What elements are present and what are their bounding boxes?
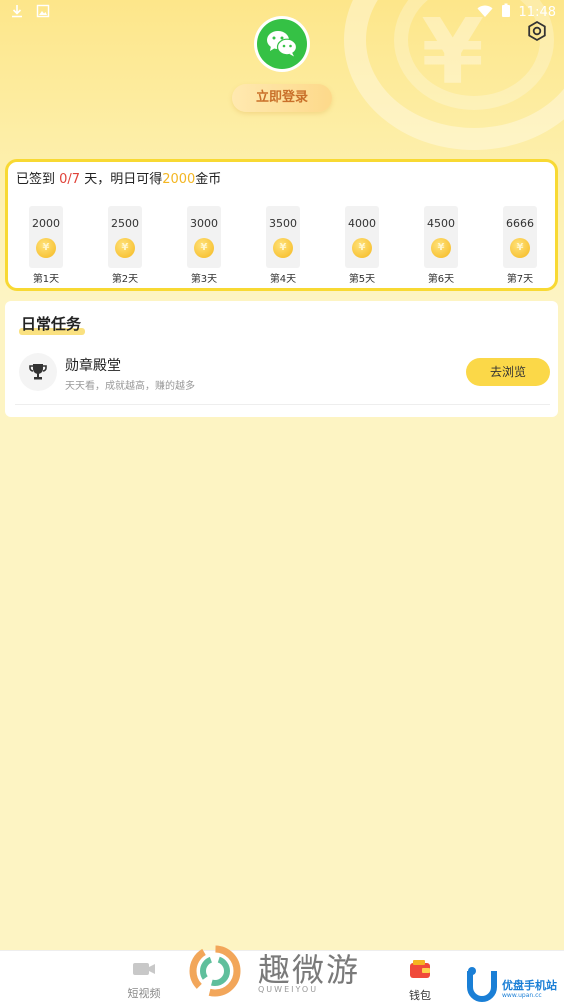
nav-item-short-video[interactable]: 短视频	[114, 959, 174, 1001]
day-amount: 4500	[427, 217, 455, 230]
site-watermark: 优盘手机站 www.upan.cc	[462, 963, 564, 1002]
signin-day-5[interactable]: 4000 ¥ 第5天	[340, 206, 384, 285]
task-description: 天天看，成就越高，赚的越多	[65, 381, 195, 392]
site-logo-icon	[464, 965, 500, 1002]
wifi-icon	[477, 4, 493, 22]
day-label: 第1天	[32, 274, 60, 285]
day-label: 第2天	[111, 274, 139, 285]
coin-icon: ¥	[194, 238, 214, 258]
day-amount: 6666	[506, 217, 534, 230]
settings-icon[interactable]	[526, 20, 548, 42]
task-item: 勋章殿堂 天天看，成就越高，赚的越多 去浏览	[15, 349, 550, 405]
video-camera-icon	[114, 959, 174, 983]
battery-icon	[501, 3, 511, 22]
signin-days: 2000 ¥ 第1天 2500 ¥ 第2天 3000 ¥ 第3天 3500 ¥ 第4天 …	[8, 206, 555, 286]
task-name: 勋章殿堂	[65, 358, 121, 374]
wallet-icon	[390, 959, 450, 985]
bottom-nav: 短视频 趣微游 QUWEIYOU 钱包 优盘手机站 www.upan.cc	[0, 945, 564, 1002]
site-name: 优盘手机站	[502, 979, 557, 992]
day-amount: 2000	[32, 217, 60, 230]
tomorrow-reward: 2000	[162, 172, 196, 187]
image-icon	[36, 4, 50, 18]
coin-icon: ¥	[115, 238, 135, 258]
day-amount: 3000	[190, 217, 218, 230]
wechat-icon	[257, 19, 307, 69]
brand-watermark: 趣微游 QUWEIYOU	[186, 945, 386, 1001]
coin-icon: ¥	[510, 238, 530, 258]
brand-sub: QUWEIYOU	[258, 985, 319, 994]
signed-count: 0/7	[59, 172, 81, 187]
signin-day-6[interactable]: 4500 ¥ 第6天	[419, 206, 463, 285]
tasks-title: 日常任务	[21, 315, 82, 333]
status-time: 11:48	[518, 5, 556, 20]
browse-button[interactable]: 去浏览	[466, 358, 550, 386]
signin-day-1[interactable]: 2000 ¥ 第1天	[24, 206, 68, 285]
signin-day-2[interactable]: 2500 ¥ 第2天	[103, 206, 147, 285]
daily-tasks-card: 日常任务 勋章殿堂 天天看，成就越高，赚的越多 去浏览	[5, 301, 558, 417]
signin-day-3[interactable]: 3000 ¥ 第3天	[182, 206, 226, 285]
site-url: www.upan.cc	[502, 992, 542, 999]
signin-day-4[interactable]: 3500 ¥ 第4天	[261, 206, 305, 285]
brand-logo-icon	[186, 945, 244, 1001]
day-label: 第4天	[269, 274, 297, 285]
signin-status: 已签到 0/7 天，明日可得2000金币	[16, 168, 221, 187]
trophy-icon	[19, 353, 57, 391]
download-icon	[10, 4, 24, 18]
day-amount: 4000	[348, 217, 376, 230]
day-label: 第7天	[506, 274, 534, 285]
coin-icon: ¥	[431, 238, 451, 258]
nav-item-wallet[interactable]: 钱包	[390, 959, 450, 1002]
nav-label: 钱包	[409, 989, 431, 1002]
day-label: 第5天	[348, 274, 376, 285]
signin-title-suffix: 金币	[195, 172, 222, 187]
day-label: 第6天	[427, 274, 455, 285]
login-button[interactable]: 立即登录	[232, 84, 332, 112]
day-amount: 3500	[269, 217, 297, 230]
signin-title-mid: 天，明日可得	[80, 172, 163, 187]
coin-icon: ¥	[36, 238, 56, 258]
nav-label: 短视频	[127, 987, 161, 1000]
signin-card: 已签到 0/7 天，明日可得2000金币 2000 ¥ 第1天 2500 ¥ 第2天…	[5, 159, 558, 291]
day-amount: 2500	[111, 217, 139, 230]
day-label: 第3天	[190, 274, 218, 285]
signin-title-prefix: 已签到	[16, 172, 60, 187]
coin-icon: ¥	[273, 238, 293, 258]
signin-day-7[interactable]: 6666 ¥ 第7天	[498, 206, 542, 285]
coin-icon: ¥	[352, 238, 372, 258]
avatar[interactable]	[254, 16, 310, 72]
